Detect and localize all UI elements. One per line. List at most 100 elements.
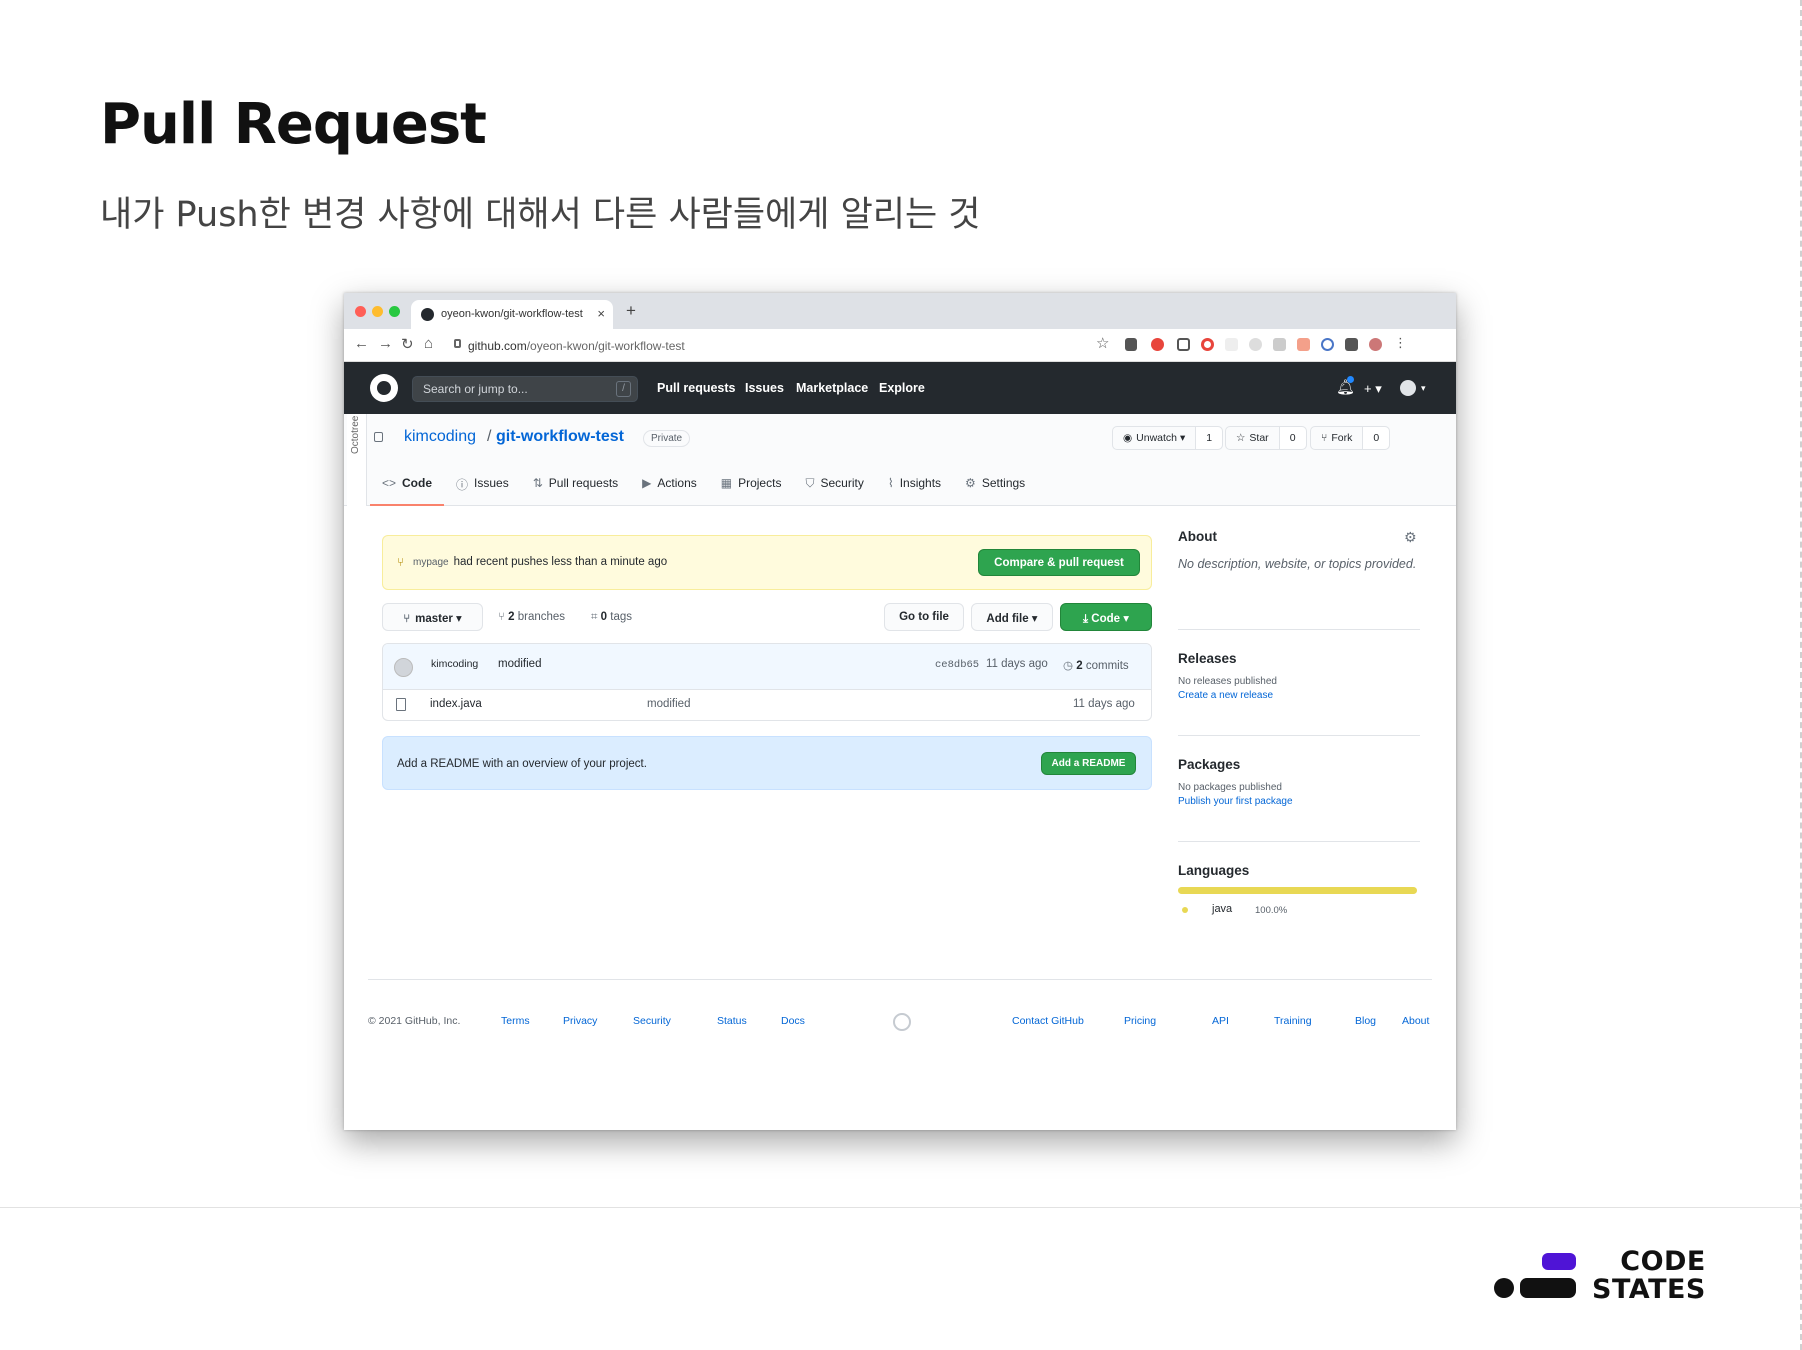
repo-name-link[interactable]: git-workflow-test (496, 428, 624, 446)
tab-security[interactable]: ⛉ Security (793, 472, 875, 506)
commit-author-avatar[interactable] (394, 658, 413, 677)
file-commit-message[interactable]: modified (647, 698, 690, 710)
extension-icon[interactable] (1151, 338, 1164, 351)
code-icon: <> (382, 476, 397, 490)
gear-icon[interactable]: ⚙ (1404, 529, 1417, 546)
window-zoom-control[interactable] (389, 306, 400, 317)
commits-label: commits (1085, 660, 1129, 672)
github-footer: © 2021 GitHub, Inc. Terms Privacy Securi… (368, 979, 1432, 1031)
publish-package-link[interactable]: Publish your first package (1178, 796, 1420, 807)
footer-link-about[interactable]: About (1402, 1015, 1429, 1027)
language-percent: 100.0% (1255, 905, 1288, 916)
new-tab-button[interactable]: + (626, 301, 636, 321)
extension-icon[interactable] (1273, 338, 1286, 351)
add-readme-button[interactable]: Add a README (1041, 752, 1136, 775)
branch-icon: ⑂ (397, 555, 405, 569)
extension-icon[interactable] (1201, 338, 1214, 351)
tab-insights[interactable]: ⌇ Insights (876, 472, 953, 506)
forward-icon[interactable]: → (378, 335, 393, 352)
footer-link-terms[interactable]: Terms (501, 1015, 530, 1027)
star-button-group[interactable]: ☆ Star 0 (1225, 426, 1307, 450)
fork-button-group[interactable]: ⑂ Fork 0 (1310, 426, 1391, 450)
pushed-branch-name[interactable]: mypage (413, 557, 449, 568)
file-name[interactable]: index.java (430, 698, 482, 710)
home-icon[interactable]: ⌂ (424, 335, 433, 352)
commit-author[interactable]: kimcoding (431, 658, 478, 670)
extensions-puzzle-icon[interactable] (1345, 338, 1358, 351)
extension-icon[interactable] (1321, 338, 1334, 351)
star-count[interactable]: 0 (1279, 427, 1306, 449)
footer-link-privacy[interactable]: Privacy (563, 1015, 597, 1027)
footer-link-contact[interactable]: Contact GitHub (1012, 1015, 1084, 1027)
footer-link-api[interactable]: API (1212, 1015, 1229, 1027)
nav-pull-requests[interactable]: Pull requests (657, 381, 736, 395)
browser-tab[interactable]: oyeon-kwon/git-workflow-test × (411, 300, 613, 329)
watch-button-group[interactable]: ◉ Unwatch ▾ 1 (1112, 426, 1224, 450)
extension-icon[interactable] (1297, 338, 1310, 351)
nav-issues[interactable]: Issues (745, 381, 784, 395)
branch-select[interactable]: ⑂ master ▾ (382, 603, 483, 631)
language-color-dot (1182, 907, 1188, 913)
github-logo-icon[interactable] (370, 374, 398, 402)
extension-icon[interactable] (1225, 338, 1238, 351)
footer-link-pricing[interactable]: Pricing (1124, 1015, 1156, 1027)
profile-icon[interactable] (1369, 338, 1382, 351)
tab-settings[interactable]: ⚙ Settings (953, 472, 1037, 506)
window-close-control[interactable] (355, 306, 366, 317)
search-input[interactable]: Search or jump to... / (412, 376, 638, 402)
releases-heading[interactable]: Releases (1178, 651, 1420, 666)
tab-code[interactable]: <> Code (370, 472, 445, 506)
repo-owner-link[interactable]: kimcoding (404, 428, 476, 446)
tags-link[interactable]: ⌗ 0 tags (591, 611, 632, 624)
tab-actions[interactable]: ▶ Actions (630, 472, 709, 506)
tab-pull-requests[interactable]: ⇅ Pull requests (521, 472, 630, 506)
octotree-sidebar-toggle[interactable]: Octotree (347, 414, 367, 506)
code-download-button[interactable]: ⤓ Code ▾ (1060, 603, 1152, 631)
create-new-menu[interactable]: + ▾ (1364, 381, 1382, 397)
user-menu-caret-icon[interactable]: ▾ (1421, 383, 1426, 394)
commit-message[interactable]: modified (498, 658, 541, 670)
address-bar[interactable]: github.com/oyeon-kwon/git-workflow-test (468, 339, 685, 353)
play-icon: ▶ (642, 476, 652, 490)
footer-link-security[interactable]: Security (633, 1015, 671, 1027)
tab-issues[interactable]: ⓘ Issues (444, 472, 521, 506)
compare-pull-request-button[interactable]: Compare & pull request (978, 549, 1140, 576)
commit-time: 11 days ago (986, 658, 1048, 670)
footer-link-docs[interactable]: Docs (781, 1015, 805, 1027)
bookmark-star-icon[interactable]: ☆ (1096, 334, 1109, 352)
browser-menu-icon[interactable]: ⋮ (1394, 335, 1407, 351)
extension-icon[interactable] (1125, 338, 1137, 351)
sidebar-divider (1178, 841, 1420, 842)
github-mark-icon[interactable] (893, 1013, 911, 1031)
slide-title: Pull Request (100, 92, 487, 157)
nav-explore[interactable]: Explore (879, 381, 925, 395)
language-name[interactable]: java (1212, 903, 1232, 915)
nav-marketplace[interactable]: Marketplace (796, 381, 868, 395)
footer-link-status[interactable]: Status (717, 1015, 747, 1027)
add-file-button[interactable]: Add file ▾ (971, 603, 1053, 631)
extension-icon[interactable] (1177, 338, 1190, 351)
footer-link-blog[interactable]: Blog (1355, 1015, 1376, 1027)
fork-count[interactable]: 0 (1363, 427, 1390, 449)
tab-projects[interactable]: ▦ Projects (709, 472, 794, 506)
tab-close-icon[interactable]: × (597, 306, 605, 321)
go-to-file-button[interactable]: Go to file (884, 603, 964, 631)
packages-heading[interactable]: Packages (1178, 757, 1420, 772)
reload-icon[interactable]: ↻ (401, 335, 414, 353)
fork-label: Fork (1331, 432, 1353, 444)
fork-icon: ⑂ (1321, 432, 1328, 444)
footer-link-training[interactable]: Training (1274, 1015, 1312, 1027)
commits-history-link[interactable]: ◷ 2 commits (1063, 658, 1129, 672)
extension-icon[interactable] (1249, 338, 1262, 351)
commit-sha[interactable]: ce8db65 (935, 659, 979, 671)
back-icon[interactable]: ← (354, 335, 369, 352)
branches-link[interactable]: ⑂ 2 branches (498, 611, 565, 623)
branch-icon: ⑂ (403, 613, 411, 625)
create-release-link[interactable]: Create a new release (1178, 690, 1420, 701)
window-minimize-control[interactable] (372, 306, 383, 317)
watch-count[interactable]: 1 (1196, 427, 1223, 449)
user-avatar[interactable] (1400, 380, 1416, 396)
sidebar-divider (1178, 735, 1420, 736)
file-row[interactable]: index.java modified 11 days ago (383, 690, 1151, 720)
add-readme-banner: Add a README with an overview of your pr… (382, 736, 1152, 790)
